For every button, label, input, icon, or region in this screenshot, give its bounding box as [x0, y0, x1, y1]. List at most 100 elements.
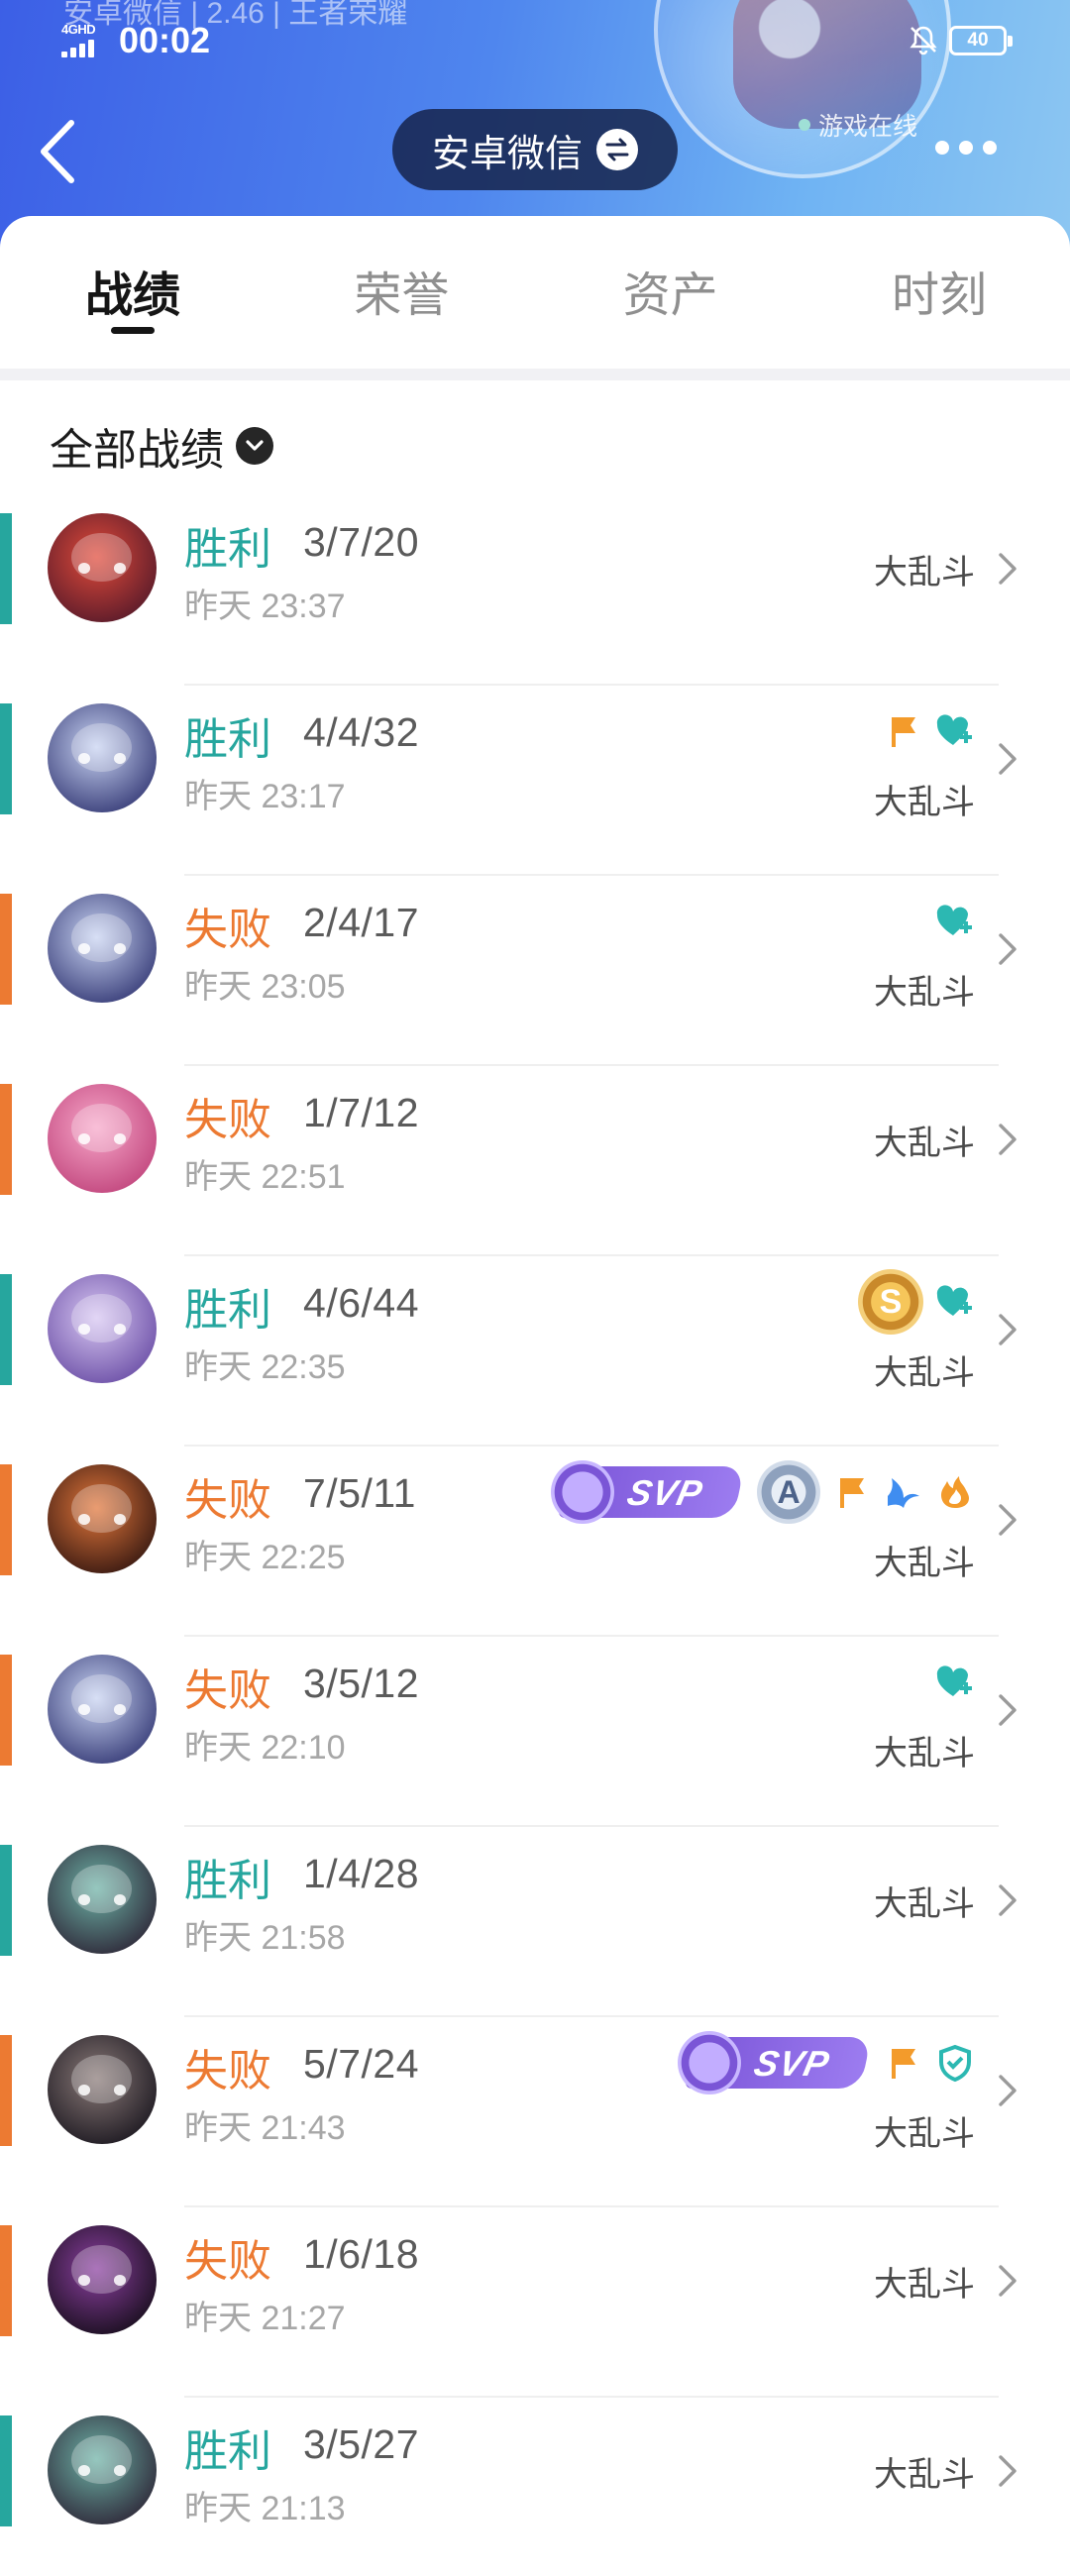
result-color-bar [0, 2035, 12, 2146]
network-label: 4GHD [61, 22, 96, 37]
filter-label: 全部战绩 [50, 426, 224, 475]
status-prev-line: 安卓微信 | 2.46 | 王者荣耀 [63, 0, 408, 30]
match-badges [884, 701, 975, 761]
match-mode: 大乱斗 [874, 2266, 975, 2304]
heart-plus-icon [936, 1665, 972, 1696]
match-kda: 1/4/28 [303, 1851, 419, 1896]
match-result: 胜利 [184, 2427, 271, 2476]
chevron-right-icon [999, 553, 1016, 585]
match-row[interactable]: 失败 5/7/24 昨天 21:43 SVP 大乱斗 [0, 2017, 1070, 2207]
tab-moments[interactable]: 时刻 [892, 216, 987, 335]
tab-bar: 战绩 荣誉 资产 时刻 [0, 216, 1070, 375]
match-mode: 大乱斗 [874, 1885, 975, 1923]
match-time: 昨天 21:13 [184, 2490, 346, 2527]
match-row[interactable]: 失败 3/5/12 昨天 22:10 大乱斗 [0, 1637, 1070, 1827]
result-color-bar [0, 1845, 12, 1956]
match-kda: 3/5/27 [303, 2421, 419, 2467]
section-divider [0, 369, 1070, 380]
match-row[interactable]: 胜利 3/7/20 昨天 23:37 大乱斗 [0, 495, 1070, 686]
match-badges: SVP [678, 2031, 975, 2094]
grade-s-badge-icon: S [858, 1269, 923, 1335]
tab-active-indicator [111, 327, 155, 334]
back-button[interactable] [36, 107, 95, 196]
match-time: 昨天 22:51 [184, 1158, 346, 1196]
match-result: 失败 [184, 906, 271, 954]
flag-icon [892, 2049, 915, 2079]
hero-avatar [48, 1655, 157, 1764]
flag-icon [840, 1478, 864, 1508]
match-result: 胜利 [184, 1857, 271, 1905]
match-result: 失败 [184, 2047, 271, 2095]
match-time: 昨天 23:17 [184, 778, 346, 815]
tab-records[interactable]: 战绩 [85, 216, 180, 335]
match-time: 昨天 22:10 [184, 1729, 346, 1767]
match-badges [935, 1653, 975, 1712]
hero-avatar [48, 2225, 157, 2334]
match-result: 胜利 [184, 525, 271, 574]
match-mode: 大乱斗 [874, 784, 975, 821]
hero-avatar [48, 2415, 157, 2524]
match-row[interactable]: 胜利 3/5/27 昨天 21:13 大乱斗 [0, 2398, 1070, 2576]
account-label: 安卓微信 [431, 133, 583, 175]
result-color-bar [0, 1464, 12, 1575]
tab-honors[interactable]: 荣誉 [354, 216, 449, 335]
match-result: 失败 [184, 1666, 271, 1715]
header-banner: 安卓微信 | 2.46 | 王者荣耀 4GHD 00:02 40 安卓微信 游戏… [0, 0, 1070, 248]
leaf-icon [888, 1478, 919, 1508]
battery-level: 40 [967, 30, 989, 51]
match-row[interactable]: 失败 1/6/18 昨天 21:27 大乱斗 [0, 2207, 1070, 2398]
more-dots-icon [935, 141, 949, 155]
match-row[interactable]: 胜利 4/4/32 昨天 23:17 大乱斗 [0, 686, 1070, 876]
match-time: 昨天 21:43 [184, 2109, 346, 2147]
match-time: 昨天 23:37 [184, 588, 346, 625]
records-filter-dropdown[interactable]: 全部战绩 [50, 416, 273, 476]
match-row[interactable]: 胜利 1/4/28 昨天 21:58 大乱斗 [0, 1827, 1070, 2017]
tab-assets[interactable]: 资产 [623, 216, 718, 335]
match-time: 昨天 21:58 [184, 1919, 346, 1957]
signal-icon: 4GHD [61, 22, 109, 57]
result-color-bar [0, 2225, 12, 2336]
result-color-bar [0, 2415, 12, 2526]
svp-badge-label: SVP [750, 2043, 834, 2084]
chevron-right-icon [999, 743, 1016, 775]
match-kda: 3/5/12 [303, 1661, 419, 1706]
match-result: 失败 [184, 1096, 271, 1144]
match-row[interactable]: 失败 7/5/11 昨天 22:25 SVP A 大乱斗 [0, 1447, 1070, 1637]
result-color-bar [0, 1274, 12, 1385]
hero-avatar [48, 703, 157, 812]
match-badges: SVP A [551, 1460, 975, 1524]
result-color-bar [0, 703, 12, 814]
shield-icon [939, 2044, 971, 2083]
chevron-right-icon [999, 933, 1016, 965]
svp-badge-icon: SVP [678, 2031, 872, 2094]
grade-a-badge-icon: A [757, 1460, 820, 1524]
match-badges: S [858, 1269, 975, 1335]
hero-avatar [48, 2035, 157, 2144]
match-row[interactable]: 失败 2/4/17 昨天 23:05 大乱斗 [0, 876, 1070, 1066]
tab-assets-label: 资产 [622, 269, 718, 322]
account-switch-button[interactable]: 安卓微信 [392, 109, 678, 190]
match-kda: 1/6/18 [303, 2231, 419, 2277]
match-result: 胜利 [184, 715, 271, 764]
match-mode: 大乱斗 [874, 2456, 975, 2494]
match-row[interactable]: 胜利 4/6/44 昨天 22:35 S 大乱斗 [0, 1256, 1070, 1447]
match-time: 昨天 22:35 [184, 1348, 346, 1386]
match-row[interactable]: 失败 1/7/12 昨天 22:51 大乱斗 [0, 1066, 1070, 1256]
match-result: 失败 [184, 2237, 271, 2286]
flag-icon [892, 717, 915, 747]
fire-icon [941, 1476, 969, 1508]
status-time: 00:02 [119, 20, 211, 60]
battery-indicator: 40 [949, 26, 1013, 55]
match-mode: 大乱斗 [874, 1735, 975, 1772]
tab-records-label: 战绩 [85, 269, 181, 322]
result-color-bar [0, 513, 12, 624]
more-button[interactable] [935, 133, 1005, 162]
svp-badge-icon: SVP [551, 1460, 745, 1524]
match-time: 昨天 23:05 [184, 968, 346, 1006]
match-mode: 大乱斗 [874, 2115, 975, 2153]
match-kda: 4/6/44 [303, 1280, 419, 1326]
match-mode: 大乱斗 [874, 1125, 975, 1162]
chevron-right-icon [999, 2455, 1016, 2487]
match-kda: 2/4/17 [303, 900, 419, 945]
match-mode: 大乱斗 [874, 1545, 975, 1582]
